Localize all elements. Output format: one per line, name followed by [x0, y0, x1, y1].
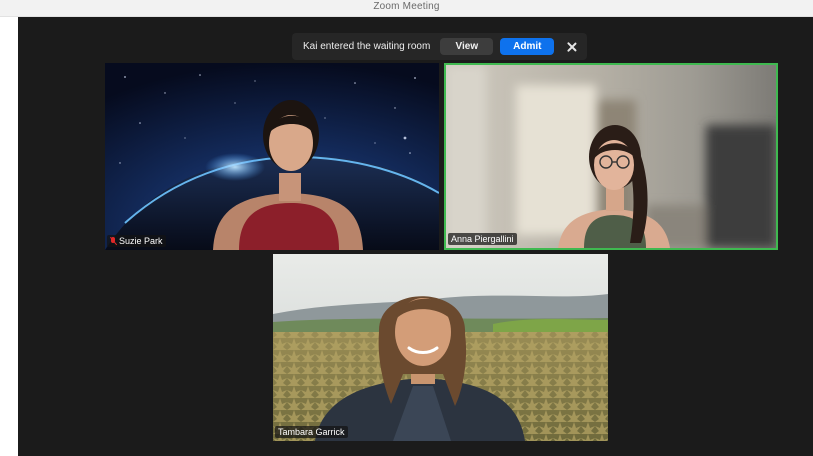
admit-button[interactable]: Admit [500, 38, 555, 55]
waiting-room-notice: Kai entered the waiting room View Admit [292, 33, 587, 60]
pineapple-field-background-video [273, 254, 608, 441]
window-titlebar: Zoom Meeting [0, 0, 813, 17]
participant-name-label: Tambara Garrick [275, 426, 348, 438]
video-tile-anna-piergallini[interactable]: Anna Piergallini [444, 63, 778, 250]
close-icon[interactable] [565, 40, 579, 54]
participant-name: Suzie Park [119, 236, 163, 246]
view-button[interactable]: View [440, 38, 494, 55]
muted-microphone-icon [110, 237, 116, 245]
blurred-room-video [446, 65, 776, 248]
space-background-video [105, 63, 439, 250]
video-tile-tambara-garrick[interactable]: Tambara Garrick [273, 254, 608, 441]
participant-name-label: Suzie Park [107, 235, 166, 247]
participant-name-label: Anna Piergallini [448, 233, 517, 245]
video-tile-suzie-park[interactable]: Suzie Park [105, 63, 439, 250]
window-title: Zoom Meeting [373, 1, 440, 12]
waiting-room-message: Kai entered the waiting room [303, 41, 431, 52]
participant-name: Anna Piergallini [451, 234, 514, 244]
participant-name: Tambara Garrick [278, 427, 345, 437]
